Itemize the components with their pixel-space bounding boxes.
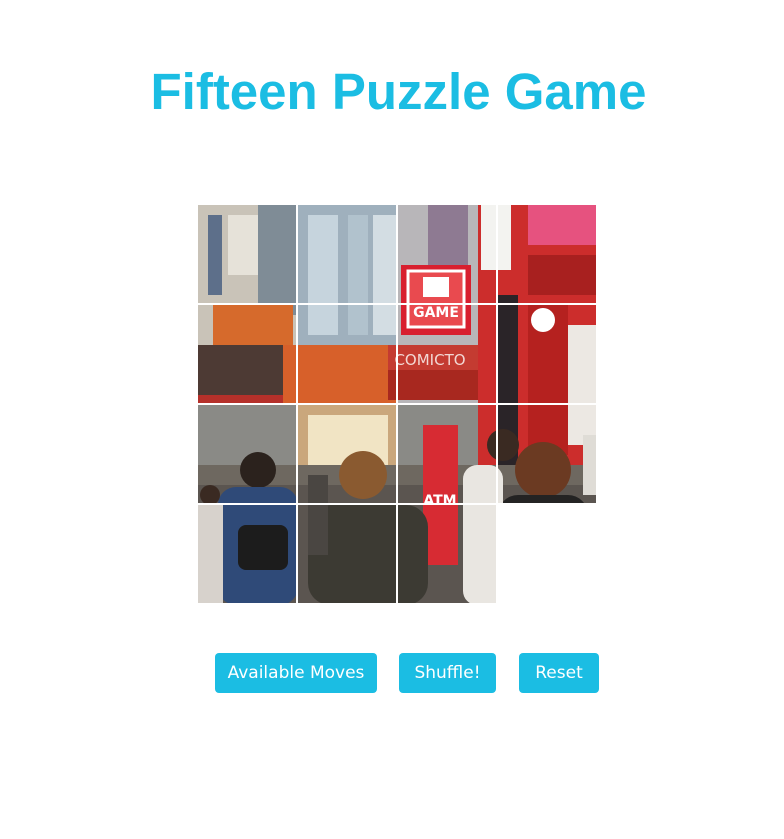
controls: Available Moves Shuffle! Reset — [0, 653, 784, 693]
puzzle-tile[interactable]: GAME COMICTO ATM — [198, 505, 296, 603]
puzzle-tile[interactable]: GAME COMICTO ATM — [198, 205, 296, 303]
tile-image: GAME COMICTO ATM — [198, 205, 296, 303]
puzzle-tile[interactable]: GAME COMICTO ATM — [298, 305, 396, 403]
tile-image: GAME COMICTO ATM — [198, 305, 296, 403]
svg-text:GAME: GAME — [413, 305, 459, 321]
tile-image: GAME COMICTO ATM — [398, 405, 496, 503]
puzzle-tile[interactable]: GAME COMICTO ATM — [198, 405, 296, 503]
puzzle-tile[interactable]: GAME COMICTO ATM — [398, 405, 496, 503]
puzzle-tile[interactable]: GAME COMICTO ATM — [498, 305, 596, 403]
tile-image: GAME COMICTO ATM — [398, 205, 496, 303]
svg-text:ATM: ATM — [423, 505, 456, 509]
puzzle-tile[interactable]: GAME COMICTO ATM — [398, 205, 496, 303]
puzzle-tile[interactable]: GAME COMICTO ATM — [498, 205, 596, 303]
puzzle-tile[interactable]: GAME COMICTO ATM — [398, 505, 496, 603]
puzzle-tile[interactable]: GAME COMICTO ATM — [298, 205, 396, 303]
puzzle-tile[interactable]: GAME COMICTO ATM — [298, 405, 396, 503]
svg-text:COMICTO: COMICTO — [394, 351, 396, 369]
tile-image: GAME COMICTO ATM — [498, 205, 596, 303]
tile-image: GAME COMICTO ATM — [198, 505, 296, 603]
tile-image: GAME COMICTO ATM — [398, 305, 496, 403]
page-title: Fifteen Puzzle Game — [150, 63, 647, 120]
available-moves-button[interactable]: Available Moves — [215, 653, 377, 693]
tile-image: GAME COMICTO ATM — [498, 305, 596, 403]
puzzle-tile[interactable]: GAME COMICTO ATM — [198, 305, 296, 403]
tile-image: GAME COMICTO ATM — [298, 205, 396, 303]
puzzle-tile[interactable]: GAME COMICTO ATM — [398, 305, 496, 403]
puzzle-page: Fifteen Puzzle Game GAME COMICTO ATM Ava… — [0, 0, 784, 839]
svg-text:COMICTO: COMICTO — [398, 351, 466, 369]
tile-image: GAME COMICTO ATM — [198, 405, 296, 503]
tile-image: GAME COMICTO ATM — [298, 505, 396, 603]
tile-image: GAME COMICTO ATM — [298, 305, 396, 403]
tile-image: GAME COMICTO ATM — [498, 405, 596, 503]
svg-text:ATM: ATM — [423, 493, 456, 503]
tile-image: GAME COMICTO ATM — [298, 405, 396, 503]
reset-button[interactable]: Reset — [519, 653, 599, 693]
puzzle-board: GAME COMICTO ATM GAME COMICTO — [198, 205, 596, 603]
puzzle-tile[interactable]: GAME COMICTO ATM — [298, 505, 396, 603]
shuffle-button[interactable]: Shuffle! — [399, 653, 496, 693]
tile-image: GAME COMICTO ATM — [398, 505, 496, 603]
puzzle-tile[interactable]: GAME COMICTO ATM — [498, 405, 596, 503]
empty-slot — [498, 505, 596, 603]
